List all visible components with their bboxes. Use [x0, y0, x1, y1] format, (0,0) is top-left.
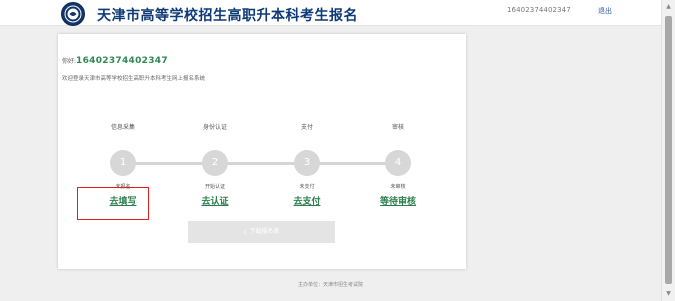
logo-icon: [61, 2, 85, 26]
step-title-info-collection: 信息采集: [110, 124, 135, 131]
site-title: 天津市高等学校招生高职升本科考生报名: [97, 8, 358, 24]
progress-line: [123, 162, 398, 165]
welcome-message: 欢迎登录天津市高等学校招生高职升本科考生网上报名系统: [62, 76, 206, 82]
step-circle-4: 4: [385, 150, 411, 176]
registration-card: 你好:16402374402347 欢迎登录天津市高等学校招生高职升本科考生网上…: [58, 34, 466, 269]
scrollbar-thumb[interactable]: [665, 16, 672, 284]
await-review-link[interactable]: 等待审核: [358, 194, 438, 207]
scroll-down-arrow-icon[interactable]: ▼: [662, 287, 675, 301]
step-title-payment: 支付: [300, 124, 313, 131]
user-number: 16402374402347: [76, 56, 168, 66]
scroll-up-arrow-icon[interactable]: ▲: [662, 0, 675, 14]
step-circle-2: 2: [202, 150, 228, 176]
step-status-3: 未支付: [299, 184, 315, 190]
footer: 主办单位：天津市招生考试院: [297, 282, 363, 288]
authenticate-link[interactable]: 去认证: [175, 194, 255, 207]
pay-link[interactable]: 去支付: [267, 194, 347, 207]
step-circle-3: 3: [294, 150, 320, 176]
highlight-box: [77, 187, 149, 220]
step-title-review: 审核: [391, 124, 404, 131]
top-header: 天津市高等学校招生高职升本科考生报名 16402374402347 退出: [0, 0, 661, 26]
logout-link[interactable]: 退出: [598, 6, 612, 16]
vertical-scrollbar[interactable]: ▲ ▼: [661, 0, 675, 301]
download-button-label: 下载报名表: [249, 228, 280, 235]
step-circle-1: 1: [110, 150, 136, 176]
greeting: 你好:16402374402347: [62, 56, 168, 66]
greeting-prefix: 你好:: [62, 58, 77, 65]
step-status-2: 开始认证: [204, 184, 225, 190]
header-user-id: 16402374402347: [507, 6, 571, 14]
step-title-identity: 身份认证: [202, 124, 227, 131]
step-status-4: 未审核: [390, 184, 406, 190]
download-icon: ⤓: [243, 228, 247, 235]
download-form-button[interactable]: ⤓ 下载报名表: [188, 221, 335, 243]
